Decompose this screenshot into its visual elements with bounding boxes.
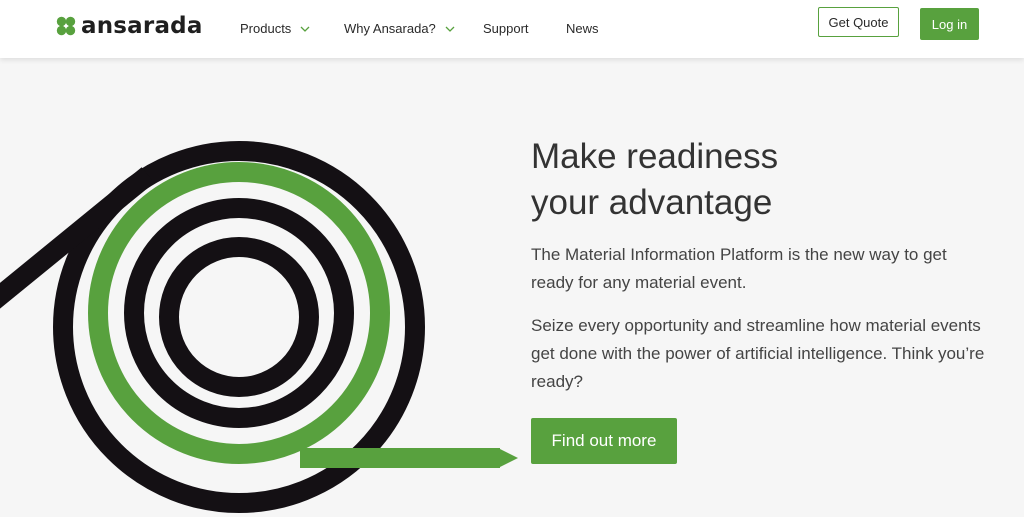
find-out-more-button[interactable]: Find out more <box>531 418 677 464</box>
chevron-down-icon <box>445 26 455 32</box>
nav-news-label: News <box>566 21 599 36</box>
spiral-illustration <box>0 141 518 513</box>
nav-support[interactable]: Support <box>483 21 529 37</box>
nav-products-label: Products <box>240 21 292 36</box>
nav-why-ansarada[interactable]: Why Ansarada? <box>344 21 455 37</box>
ansarada-logo[interactable]: ansarada <box>56 13 203 39</box>
site-header: ansarada Products Why Ansarada? Support … <box>0 0 1024 58</box>
hero-title-line1: Make readiness <box>531 137 779 176</box>
hero-title: Make readiness your advantage <box>531 134 971 226</box>
login-button[interactable]: Log in <box>920 8 979 40</box>
logo-wordmark: ansarada <box>81 13 203 39</box>
spiral-core-black-ring <box>159 237 319 397</box>
clover-logo-icon <box>56 16 76 36</box>
chevron-down-icon <box>300 26 310 32</box>
nav-news[interactable]: News <box>566 21 599 37</box>
hero-subdescription: Seize every opportunity and streamline h… <box>531 316 985 391</box>
nav-why-ansarada-label: Why Ansarada? <box>344 21 436 36</box>
nav-products[interactable]: Products <box>240 21 310 37</box>
hero-description: The Material Information Platform is the… <box>531 245 947 292</box>
nav-support-label: Support <box>483 21 529 36</box>
get-quote-button[interactable]: Get Quote <box>818 7 899 37</box>
hero-title-line2: your advantage <box>531 183 773 222</box>
